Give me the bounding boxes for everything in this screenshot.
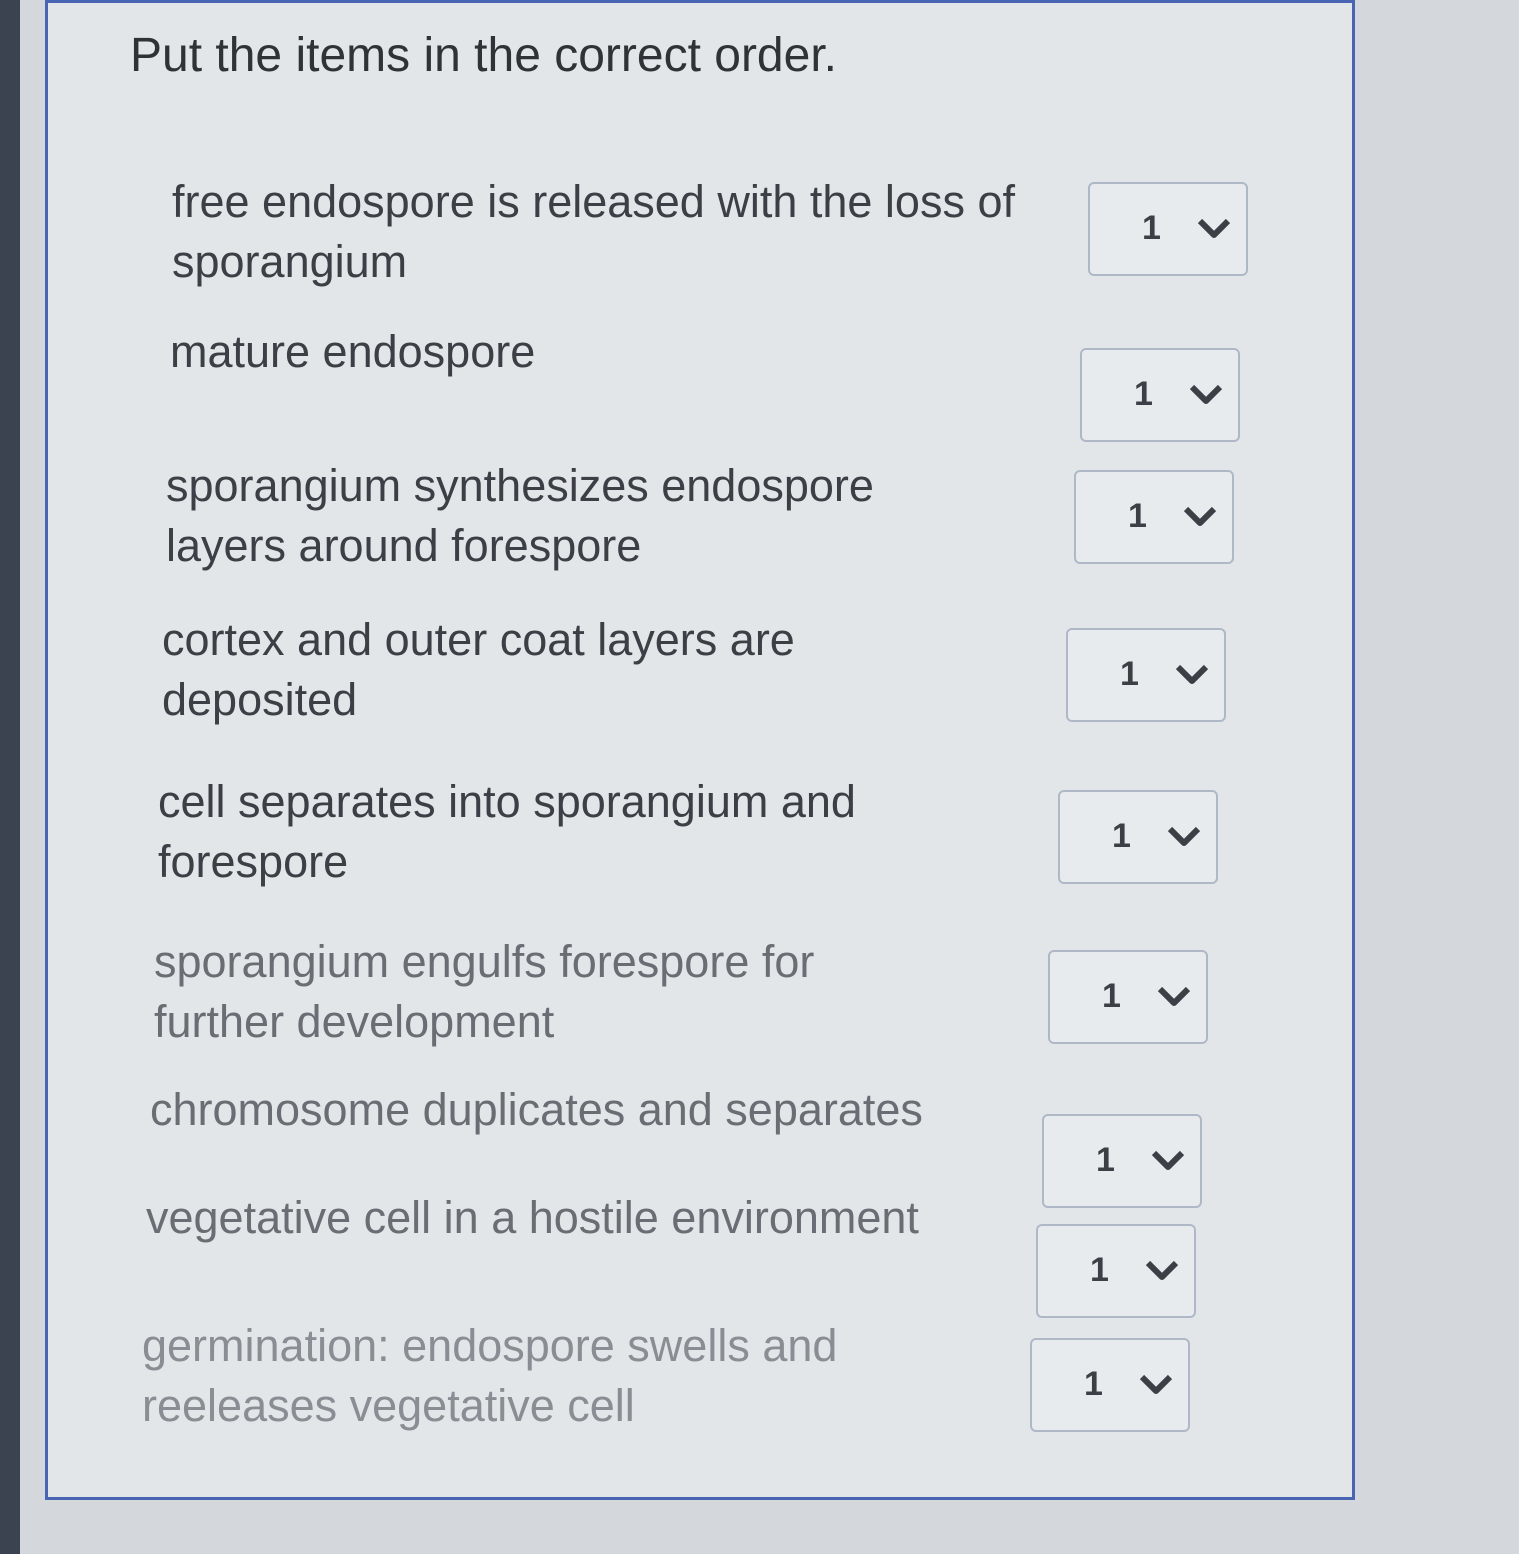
order-select-value: 1	[1090, 1251, 1109, 1289]
order-select[interactable]: 1	[1074, 470, 1234, 564]
order-item-text: sporangium synthesizes endospore layers …	[166, 460, 874, 571]
order-select-value: 1	[1112, 817, 1131, 855]
order-item-text: sporangium engulfs forespore for further…	[154, 936, 815, 1047]
order-select-value: 1	[1084, 1365, 1103, 1403]
order-select[interactable]: 1	[1048, 950, 1208, 1044]
question-prompt: Put the items in the correct order.	[130, 29, 837, 82]
order-item-text: free endospore is released with the loss…	[172, 176, 1015, 287]
order-select-value: 1	[1128, 497, 1147, 535]
order-select-value: 1	[1134, 375, 1153, 413]
chevron-down-icon	[1145, 1260, 1179, 1280]
order-select[interactable]: 1	[1066, 628, 1226, 722]
order-item-text: germination: endospore swells and reelea…	[142, 1320, 838, 1431]
order-item-text: cell separates into sporangium and fores…	[158, 776, 856, 887]
chevron-down-icon	[1151, 1150, 1185, 1170]
chevron-down-icon	[1175, 664, 1209, 684]
order-select[interactable]: 1	[1042, 1114, 1202, 1208]
order-item-text: vegetative cell in a hostile environment	[146, 1192, 919, 1243]
order-select-value: 1	[1142, 209, 1161, 247]
order-select-value: 1	[1096, 1141, 1115, 1179]
order-select[interactable]: 1	[1030, 1338, 1190, 1432]
window-edge	[0, 0, 20, 1554]
chevron-down-icon	[1189, 384, 1223, 404]
order-item-text: chromosome duplicates and separates	[150, 1084, 923, 1135]
chevron-down-icon	[1183, 506, 1217, 526]
order-select-value: 1	[1102, 977, 1121, 1015]
order-item-text: mature endospore	[170, 326, 536, 377]
order-select[interactable]: 1	[1036, 1224, 1196, 1318]
chevron-down-icon	[1197, 218, 1231, 238]
chevron-down-icon	[1139, 1374, 1173, 1394]
order-select[interactable]: 1	[1058, 790, 1218, 884]
order-item-text: cortex and outer coat layers are deposit…	[162, 614, 795, 725]
order-select[interactable]: 1	[1088, 182, 1248, 276]
order-select-value: 1	[1120, 655, 1139, 693]
chevron-down-icon	[1167, 826, 1201, 846]
order-select[interactable]: 1	[1080, 348, 1240, 442]
chevron-down-icon	[1157, 986, 1191, 1006]
